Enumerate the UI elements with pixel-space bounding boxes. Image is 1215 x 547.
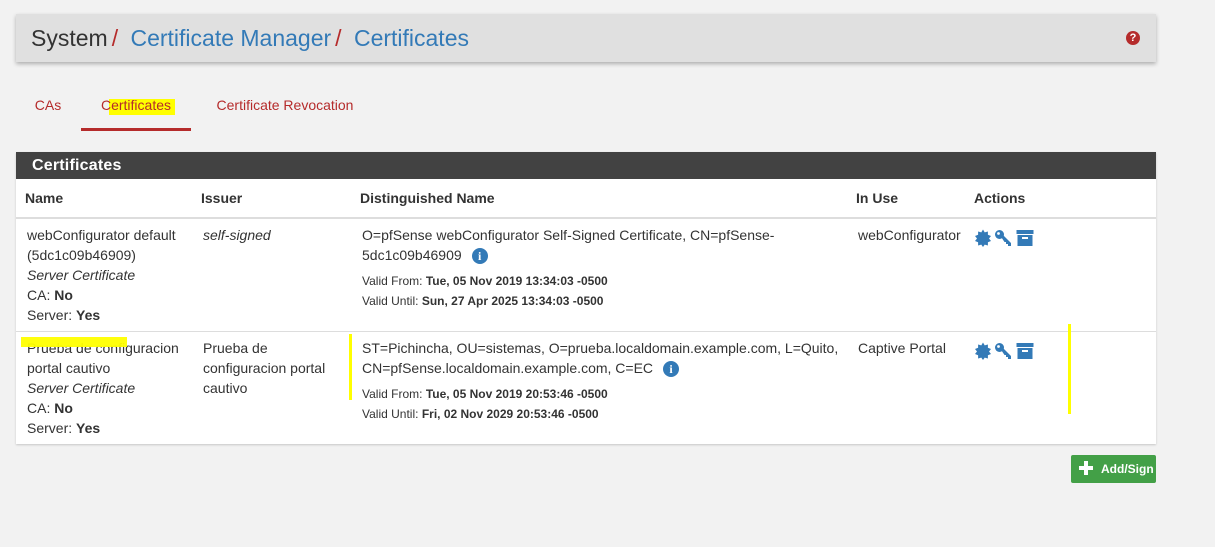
cert-dn-line: O=pfSense webConfigurator Self-Signed Ce… [362, 227, 775, 243]
tab-label: Certificate Revocation [216, 97, 354, 113]
server-label: Server: [27, 307, 73, 323]
cert-server-flag: Server: Yes [27, 418, 197, 438]
valid-from-value: Tue, 05 Nov 2019 13:34:03 -0500 [425, 274, 608, 288]
breadcrumb: System / Certificate Manager / Certificate… [31, 25, 469, 51]
column-header-in-use: In Use [856, 190, 899, 206]
cert-valid-until: Valid Until: Fri, 02 Nov 2029 20:53:46 -… [362, 404, 852, 424]
breadcrumb-certificates[interactable]: Certificates [354, 25, 469, 51]
cert-refid: (5dc1c09b46909) [27, 247, 136, 263]
cert-issuer-line: cautivo [203, 380, 248, 396]
table-header: Name Issuer Distinguished Name In Use Ac… [16, 179, 1156, 219]
tab-cas[interactable]: CAs [16, 88, 80, 132]
cert-ca-flag: CA: No [27, 285, 197, 305]
key-icon[interactable] [994, 229, 1012, 247]
valid-from-value: Tue, 05 Nov 2019 20:53:46 -0500 [425, 387, 608, 401]
cert-name-cell: webConfigurator default (5dc1c09b46909) … [27, 225, 197, 325]
key-icon[interactable] [994, 342, 1012, 360]
valid-from-label: Valid From: [362, 274, 423, 288]
cert-type: Server Certificate [27, 267, 136, 283]
cert-dn-cell: O=pfSense webConfigurator Self-Signed Ce… [362, 225, 842, 311]
cert-name-cont: portal cautivo [27, 360, 111, 376]
column-header-issuer: Issuer [201, 190, 243, 206]
add-sign-button[interactable]: Add/Sign [1071, 455, 1156, 483]
plus-icon [1079, 461, 1093, 475]
valid-until-label: Valid Until: [362, 294, 419, 308]
server-value: Yes [76, 307, 101, 323]
cert-ca-flag: CA: No [27, 398, 197, 418]
tab-certificates[interactable]: Certificates [81, 88, 191, 131]
valid-from-label: Valid From: [362, 387, 423, 401]
column-header-name: Name [25, 190, 64, 206]
row-actions [974, 229, 1054, 249]
breadcrumb-certificate-manager[interactable]: Certificate Manager [130, 25, 331, 51]
annotation-line [1068, 324, 1071, 414]
tab-certificate-revocation[interactable]: Certificate Revocation [200, 88, 370, 132]
question-circle-icon[interactable]: ? [1126, 31, 1140, 45]
tab-label: CAs [34, 97, 62, 113]
table-row: Prueba de configuracion portal cautivo S… [16, 332, 1156, 444]
server-value: Yes [76, 420, 101, 436]
info-icon[interactable]: i [663, 361, 680, 378]
ca-label: CA: [27, 287, 51, 303]
highlight-marker [21, 337, 127, 347]
cog-icon[interactable] [974, 342, 992, 360]
cert-issuer-line: configuracion portal [203, 360, 326, 376]
cog-icon[interactable] [974, 229, 992, 247]
cert-server-flag: Server: Yes [27, 305, 197, 325]
cert-dn-text: CN=pfSense.localdomain.example.com, C=EC [362, 360, 654, 376]
archive-icon[interactable] [1016, 229, 1034, 247]
cert-issuer-line: Prueba de [203, 340, 268, 356]
cert-in-use: webConfigurator [858, 227, 961, 243]
ca-value: No [54, 287, 73, 303]
breadcrumb-root: System [31, 25, 108, 51]
cert-name-cell: Prueba de configuracion portal cautivo S… [27, 338, 197, 438]
breadcrumb-bar: System / Certificate Manager / Certificate… [16, 14, 1156, 62]
cert-dn-text: 5dc1c09b46909 [362, 247, 462, 263]
cert-name: webConfigurator default [27, 227, 176, 243]
valid-until-value: Fri, 02 Nov 2029 20:53:46 -0500 [421, 407, 599, 421]
tab-label: Certificates [100, 97, 172, 113]
ca-label: CA: [27, 400, 51, 416]
cert-dn-line: ST=Pichincha, OU=sistemas, O=prueba.loca… [362, 340, 839, 356]
cert-valid-from: Valid From: Tue, 05 Nov 2019 20:53:46 -0… [362, 384, 852, 404]
cert-dn-cell: ST=Pichincha, OU=sistemas, O=prueba.loca… [362, 338, 852, 424]
archive-icon[interactable] [1016, 342, 1034, 360]
cert-issuer: Prueba de configuracion portal cautivo [203, 338, 343, 398]
cert-dn-line: 5dc1c09b46909 i [362, 245, 842, 265]
ca-value: No [54, 400, 73, 416]
tab-bar: CAs Certificates Certificate Revocation [16, 88, 416, 132]
cert-valid-from: Valid From: Tue, 05 Nov 2019 13:34:03 -0… [362, 271, 842, 291]
table-row: webConfigurator default (5dc1c09b46909) … [16, 219, 1156, 332]
cert-type: Server Certificate [27, 380, 136, 396]
cert-valid-until: Valid Until: Sun, 27 Apr 2025 13:34:03 -… [362, 291, 842, 311]
cert-in-use: Captive Portal [858, 340, 946, 356]
certificates-panel: Certificates Name Issuer Distinguished N… [16, 152, 1156, 444]
info-icon[interactable]: i [471, 248, 488, 265]
cert-issuer: self-signed [203, 227, 271, 243]
cert-dn-line: CN=pfSense.localdomain.example.com, C=EC… [362, 358, 852, 378]
panel-title: Certificates [16, 152, 1156, 179]
valid-until-label: Valid Until: [362, 407, 419, 421]
column-header-dn: Distinguished Name [360, 190, 495, 206]
add-sign-label: Add/Sign [1101, 462, 1154, 476]
breadcrumb-separator: / [111, 25, 119, 51]
valid-until-value: Sun, 27 Apr 2025 13:34:03 -0500 [421, 294, 604, 308]
breadcrumb-separator: / [335, 25, 342, 51]
row-actions [974, 342, 1054, 362]
annotation-line [349, 334, 352, 400]
column-header-actions: Actions [974, 190, 1026, 206]
server-label: Server: [27, 420, 73, 436]
